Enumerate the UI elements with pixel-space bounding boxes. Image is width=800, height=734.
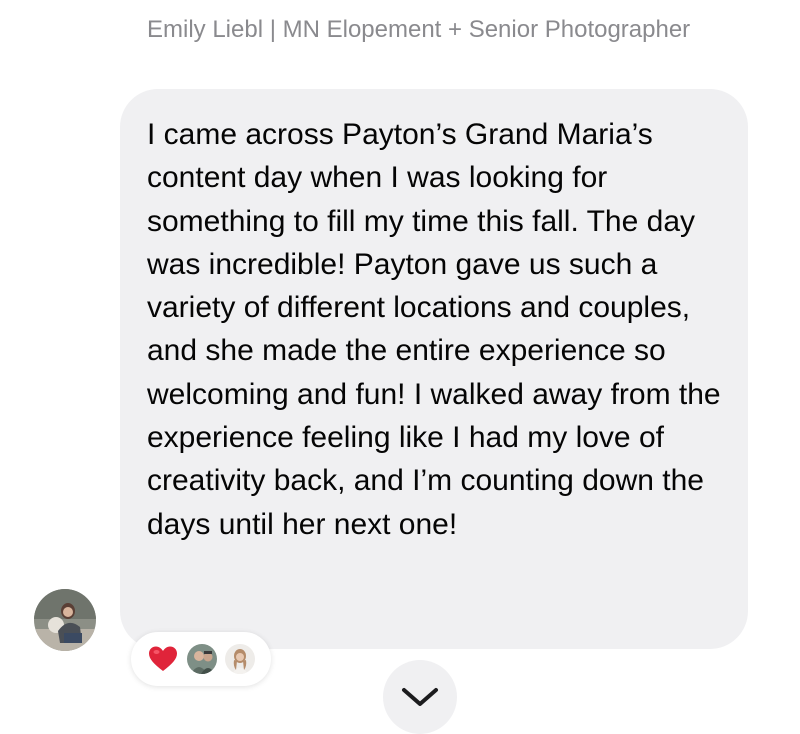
red-heart-icon <box>147 643 179 675</box>
scroll-down-button[interactable] <box>383 660 457 734</box>
sender-avatar-photo <box>34 589 96 651</box>
message-text: I came across Payton’s Grand Maria’s con… <box>147 118 721 541</box>
sender-avatar[interactable] <box>34 589 96 651</box>
reactor-avatar <box>225 644 255 674</box>
reaction-bar[interactable] <box>131 632 271 686</box>
sender-name: Emily Liebl | MN Elopement + Senior Phot… <box>147 16 691 43</box>
chevron-down-icon <box>402 688 438 706</box>
message-bubble[interactable]: I came across Payton’s Grand Maria’s con… <box>120 89 748 649</box>
reactor-avatar <box>187 644 217 674</box>
